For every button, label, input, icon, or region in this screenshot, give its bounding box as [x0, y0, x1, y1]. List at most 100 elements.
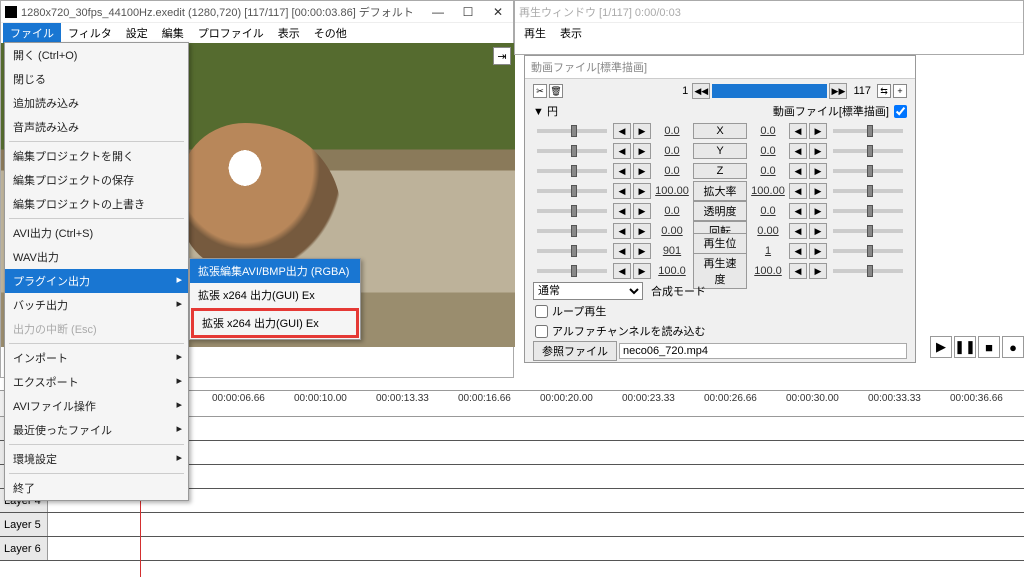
menu-item[interactable]: 編集プロジェクトの上書き [5, 192, 188, 216]
step-right-inc[interactable]: ▶ [809, 203, 827, 219]
menu-item[interactable]: 環境設定 [5, 447, 188, 471]
step-right-inc[interactable]: ▶ [809, 163, 827, 179]
param-slider-left[interactable] [537, 169, 607, 173]
menu-item[interactable]: エクスポート [5, 370, 188, 394]
menu-item[interactable]: 音声読み込み [5, 115, 188, 139]
menu-item[interactable]: AVIファイル操作 [5, 394, 188, 418]
param-slider-right[interactable] [833, 229, 903, 233]
menu-item[interactable]: バッチ出力 [5, 293, 188, 317]
param-left-value[interactable]: 0.0 [653, 205, 691, 217]
play-button[interactable]: ▶ [930, 336, 952, 358]
step-left-dec[interactable]: ◀ [613, 263, 631, 279]
menu-filter[interactable]: フィルタ [61, 23, 119, 43]
alpha-checkbox[interactable] [535, 325, 548, 338]
step-left-dec[interactable]: ◀ [613, 183, 631, 199]
stop-button[interactable]: ■ [978, 336, 1000, 358]
param-right-value[interactable]: 0.0 [749, 205, 787, 217]
param-right-value[interactable]: 100.0 [749, 265, 787, 277]
menu-item[interactable]: 追加読み込み [5, 91, 188, 115]
step-left-dec[interactable]: ◀ [613, 243, 631, 259]
param-slider-left[interactable] [537, 209, 607, 213]
record-button[interactable]: ● [1002, 336, 1024, 358]
menu-item[interactable]: 編集プロジェクトを開く [5, 144, 188, 168]
scissors-icon[interactable]: ✂ [533, 84, 547, 98]
frame-slider[interactable] [712, 84, 827, 98]
jump-icon[interactable]: ⇥ [493, 47, 511, 65]
menu-view[interactable]: 表示 [271, 23, 307, 43]
param-left-value[interactable]: 0.0 [653, 125, 691, 137]
layer-track[interactable] [48, 465, 1024, 488]
pause-button[interactable]: ❚❚ [954, 336, 976, 358]
submenu-item[interactable]: 拡張 x264 出力(GUI) Ex [191, 308, 359, 338]
layer-track[interactable]: neco06_720.mp4 [48, 417, 1024, 440]
step-right-inc[interactable]: ▶ [809, 123, 827, 139]
menu-profile[interactable]: プロファイル [191, 23, 271, 43]
menu-item[interactable]: 出力の中断 (Esc) [5, 317, 188, 341]
ref-file-button[interactable]: 参照ファイル [533, 341, 617, 361]
param-name-button[interactable]: Z [693, 163, 747, 179]
menu-item[interactable]: 最近使ったファイル [5, 418, 188, 442]
menu-file[interactable]: ファイル [3, 23, 61, 43]
step-right-dec[interactable]: ◀ [789, 263, 807, 279]
param-slider-left[interactable] [537, 249, 607, 253]
menu-edit[interactable]: 編集 [155, 23, 191, 43]
menu-item[interactable]: 編集プロジェクトの保存 [5, 168, 188, 192]
step-right-inc[interactable]: ▶ [809, 263, 827, 279]
step-left-inc[interactable]: ▶ [633, 203, 651, 219]
step-left-dec[interactable]: ◀ [613, 203, 631, 219]
main-titlebar[interactable]: 1280x720_30fps_44100Hz.exedit (1280,720)… [1, 1, 513, 23]
menu-item[interactable]: 開く (Ctrl+O) [5, 43, 188, 67]
sub-titlebar[interactable]: 再生ウィンドウ [1/117] 0:00/0:03 [515, 1, 1023, 23]
step-right-dec[interactable]: ◀ [789, 163, 807, 179]
param-name-button[interactable]: 透明度 [693, 201, 747, 221]
layer-track[interactable] [48, 441, 1024, 464]
step-left-dec[interactable]: ◀ [613, 123, 631, 139]
layer-label[interactable]: Layer 5 [0, 513, 48, 536]
step-right-dec[interactable]: ◀ [789, 143, 807, 159]
step-right-inc[interactable]: ▶ [809, 223, 827, 239]
param-slider-right[interactable] [833, 249, 903, 253]
param-name-button[interactable]: X [693, 123, 747, 139]
param-right-value[interactable]: 100.00 [749, 185, 787, 197]
toggle-collapse[interactable]: ▼ 円 [533, 103, 558, 119]
menu-item[interactable]: WAV出力 [5, 245, 188, 269]
param-slider-right[interactable] [833, 149, 903, 153]
step-left-dec[interactable]: ◀ [613, 223, 631, 239]
maximize-button[interactable]: ☐ [453, 2, 483, 22]
step-left-inc[interactable]: ▶ [633, 263, 651, 279]
param-slider-left[interactable] [537, 189, 607, 193]
expand-icon[interactable]: ⇆ [877, 84, 891, 98]
step-left-dec[interactable]: ◀ [613, 143, 631, 159]
step-left-inc[interactable]: ▶ [633, 163, 651, 179]
param-right-value[interactable]: 0.0 [749, 165, 787, 177]
blend-mode-select[interactable]: 通常 [533, 282, 643, 300]
param-left-value[interactable]: 0.00 [653, 225, 691, 237]
param-right-value[interactable]: 0.0 [749, 145, 787, 157]
step-left-inc[interactable]: ▶ [633, 123, 651, 139]
step-right-inc[interactable]: ▶ [809, 243, 827, 259]
submenu-item[interactable]: 拡張編集AVI/BMP出力 (RGBA) [190, 259, 360, 283]
step-right-dec[interactable]: ◀ [789, 183, 807, 199]
param-slider-right[interactable] [833, 269, 903, 273]
menu-item[interactable]: プラグイン出力 [5, 269, 188, 293]
step-right-inc[interactable]: ▶ [809, 183, 827, 199]
step-right-inc[interactable]: ▶ [809, 143, 827, 159]
plus-icon[interactable]: + [893, 84, 907, 98]
menu-other[interactable]: その他 [307, 23, 354, 43]
param-left-value[interactable]: 0.0 [653, 165, 691, 177]
step-left-inc[interactable]: ▶ [633, 243, 651, 259]
param-left-value[interactable]: 100.0 [653, 265, 691, 277]
step-left-inc[interactable]: ▶ [633, 183, 651, 199]
minimize-button[interactable]: — [423, 2, 453, 22]
layer-track[interactable] [48, 537, 1024, 560]
menu-item[interactable]: 終了 [5, 476, 188, 500]
sub-menu-play[interactable]: 再生 [517, 23, 553, 43]
menu-item[interactable]: 閉じる [5, 67, 188, 91]
frame-next-button[interactable]: ▶▶ [829, 83, 847, 99]
layer-track[interactable] [48, 513, 1024, 536]
delete-icon[interactable]: 🗑 [549, 84, 563, 98]
menu-settings[interactable]: 設定 [119, 23, 155, 43]
layer-label[interactable]: Layer 6 [0, 537, 48, 560]
step-left-inc[interactable]: ▶ [633, 223, 651, 239]
param-right-value[interactable]: 0.00 [749, 225, 787, 237]
